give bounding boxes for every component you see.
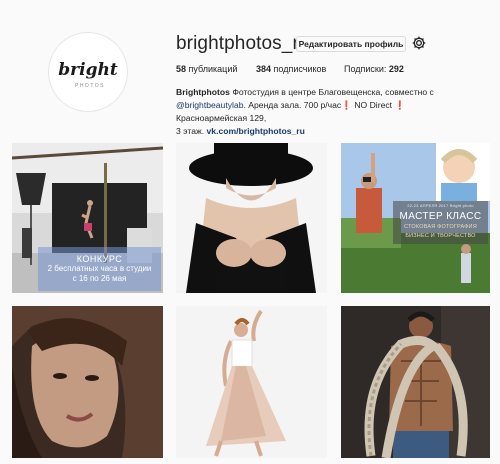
post-tile-5[interactable] <box>176 306 327 458</box>
contest-line-2: с 16 по 26 мая <box>72 274 127 283</box>
post-tile-2[interactable] <box>176 143 327 293</box>
masterclass-sub-2: БИЗНЕС И ТВОРЧЕСТВО <box>405 233 476 239</box>
posts-grid: КОНКУРС 2 бесплатных часа в студии с 16 … <box>0 0 500 464</box>
masterclass-date: 22-23 АПРЕЛЯ 2017 Bright photo <box>407 203 474 208</box>
post-tile-6[interactable] <box>341 306 490 458</box>
post-image-dancer <box>176 306 327 458</box>
post-image-hat-portrait <box>176 143 327 293</box>
masterclass-sub-1: СТОКОВАЯ ФОТОГРАФИЯ <box>404 224 477 230</box>
contest-overlay: КОНКУРС 2 бесплатных часа в студии с 16 … <box>38 247 161 291</box>
post-tile-4[interactable] <box>12 306 163 458</box>
post-tile-1[interactable]: КОНКУРС 2 бесплатных часа в студии с 16 … <box>12 143 163 293</box>
masterclass-overlay: 22-23 АПРЕЛЯ 2017 Bright photo МАСТЕР КЛ… <box>393 201 488 244</box>
post-image-athlete <box>341 306 490 458</box>
masterclass-title: МАСТЕР КЛАСС <box>399 211 482 222</box>
post-image-face-portrait <box>12 306 163 458</box>
contest-line-1: 2 бесплатных часа в студии <box>47 264 152 273</box>
contest-title: КОНКУРС <box>76 254 123 264</box>
post-tile-3[interactable]: 22-23 АПРЕЛЯ 2017 Bright photo МАСТЕР КЛ… <box>341 143 490 293</box>
